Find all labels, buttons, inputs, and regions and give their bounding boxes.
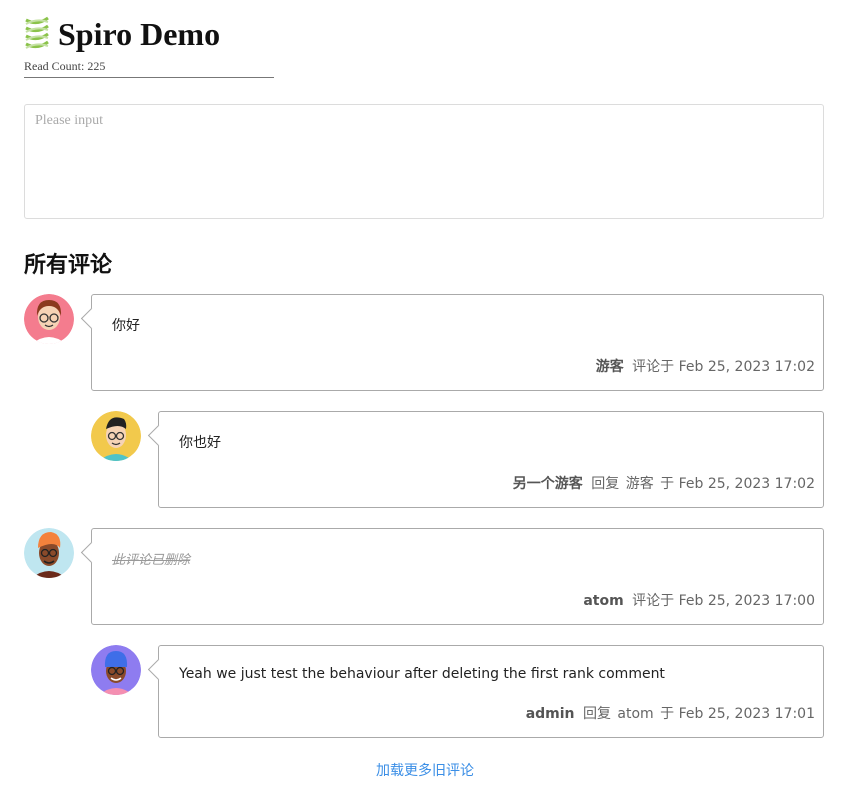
comment-input[interactable] xyxy=(24,104,824,219)
comment-meta: admin 回复 atom 于 Feb 25, 2023 17:01 xyxy=(526,703,815,723)
comment-bubble: Yeah we just test the behaviour after de… xyxy=(158,645,824,738)
comment-action: 评论于 xyxy=(632,359,675,375)
comment-bubble: 你好 游客 评论于 Feb 25, 2023 17:02 xyxy=(91,294,824,391)
comment-bubble: 此评论已删除 atom 评论于 Feb 25, 2023 17:00 xyxy=(91,528,824,625)
avatar-man-blue-beanie-icon xyxy=(91,645,141,695)
avatar-man-glasses-icon xyxy=(91,411,141,461)
brand: Spiro Demo xyxy=(24,14,274,54)
comment-meta: atom 评论于 Feb 25, 2023 17:00 xyxy=(583,590,815,610)
comment-content-deleted: 此评论已删除 xyxy=(112,553,191,568)
comment-meta: 另一个游客 回复 游客 于 Feb 25, 2023 17:02 xyxy=(513,473,815,493)
comment-bubble: 你也好 另一个游客 回复 游客 于 Feb 25, 2023 17:02 xyxy=(158,411,824,508)
comment-author[interactable]: admin xyxy=(526,706,575,722)
avatar-man-orange-hair-icon xyxy=(24,528,74,578)
comment-author[interactable]: 另一个游客 xyxy=(513,476,583,492)
avatar[interactable] xyxy=(24,528,74,578)
comment-item: 此评论已删除 atom 评论于 Feb 25, 2023 17:00 xyxy=(24,528,824,625)
comment-author[interactable]: 游客 xyxy=(596,359,624,375)
comment-date: Feb 25, 2023 17:00 xyxy=(678,593,815,609)
comment-on: 于 xyxy=(660,706,675,722)
avatar[interactable] xyxy=(91,411,141,461)
load-more-link[interactable]: 加载更多旧评论 xyxy=(0,760,850,780)
helix-icon xyxy=(25,16,49,49)
read-count-label: Read Count: xyxy=(24,59,85,73)
comment-date: Feb 25, 2023 17:02 xyxy=(678,359,815,375)
comment-action: 回复 xyxy=(591,476,620,492)
comment-date: Feb 25, 2023 17:02 xyxy=(678,476,815,492)
comment-reply-item: 你也好 另一个游客 回复 游客 于 Feb 25, 2023 17:02 xyxy=(91,411,824,508)
comment-reply-item: Yeah we just test the behaviour after de… xyxy=(91,645,824,738)
comment-item: 你好 游客 评论于 Feb 25, 2023 17:02 xyxy=(24,294,824,391)
comment-content: Yeah we just test the behaviour after de… xyxy=(179,666,665,682)
reply-target[interactable]: 游客 xyxy=(626,476,654,492)
read-count: Read Count: 225 xyxy=(24,59,274,78)
comment-content: 你好 xyxy=(112,318,140,334)
comments-section-title: 所有评论 xyxy=(24,253,113,278)
site-title: Spiro Demo xyxy=(58,16,221,52)
comment-meta: 游客 评论于 Feb 25, 2023 17:02 xyxy=(596,356,815,376)
comment-action: 回复 xyxy=(582,706,611,722)
comment-author[interactable]: atom xyxy=(583,593,623,609)
site-header: Spiro Demo Read Count: 225 xyxy=(24,14,274,78)
avatar-woman-glasses-icon xyxy=(24,294,74,344)
comment-date: Feb 25, 2023 17:01 xyxy=(678,706,815,722)
avatar[interactable] xyxy=(24,294,74,344)
read-count-value: 225 xyxy=(87,59,106,73)
avatar[interactable] xyxy=(91,645,141,695)
comment-action: 评论于 xyxy=(632,593,675,609)
reply-target[interactable]: atom xyxy=(617,706,653,722)
comment-content: 你也好 xyxy=(179,435,221,451)
comment-on: 于 xyxy=(660,476,675,492)
